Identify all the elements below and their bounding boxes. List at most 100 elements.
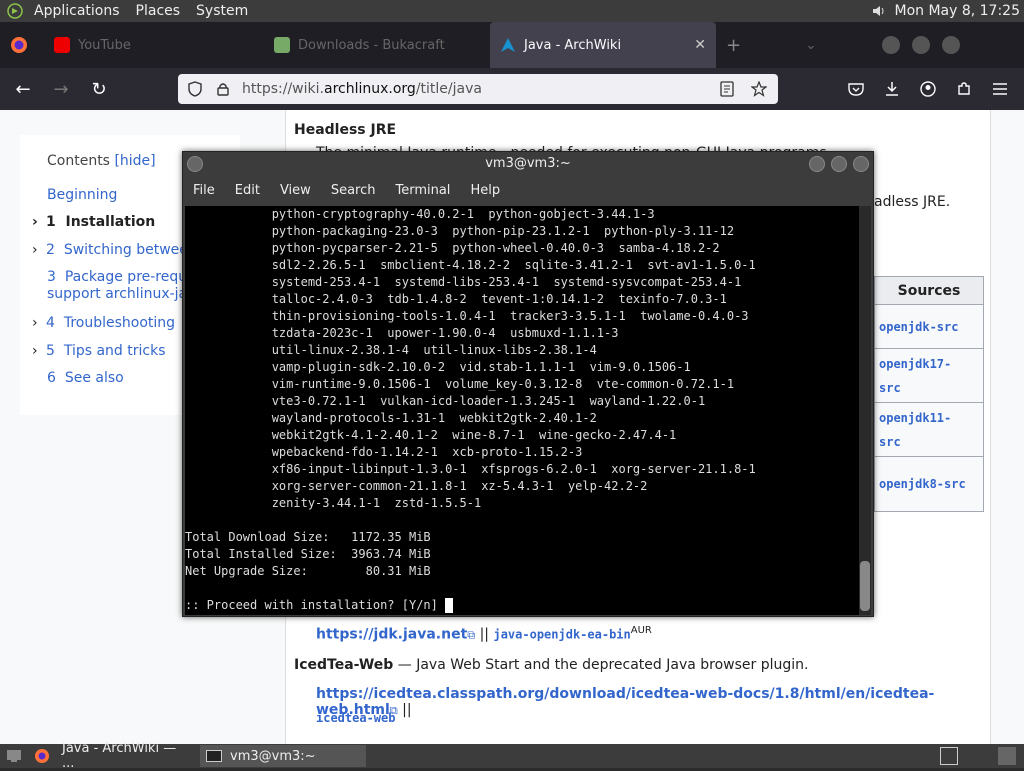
menu-places[interactable]: Places [128,0,189,22]
tab-downloads[interactable]: Downloads - Bukacraft [264,22,490,68]
terminal-line: webkit2gtk-4.1-2.40.1-2 wine-8.7-1 wine-… [185,428,677,442]
menu-search[interactable]: Search [321,183,386,198]
url-text[interactable]: https://wiki.archlinux.org/title/java [242,81,710,97]
toc-item-troubleshooting[interactable]: › 4 Troubleshooting [32,315,175,331]
menu-view[interactable]: View [270,183,321,198]
menu-applications[interactable]: Applications [26,0,128,22]
pocket-icon[interactable] [838,74,874,104]
toc-item-prereqs-cont[interactable]: support archlinux-java [47,286,204,302]
task-firefox[interactable]: Java - ArchWiki — ... [56,741,196,771]
firefox-menu-icon[interactable] [0,22,44,68]
terminal-titlebar[interactable]: vm3@vm3:~ [183,152,873,176]
reload-icon[interactable]: ↻ [84,74,114,104]
browser-navbar: ← → ↻ https://wiki.archlinux.org/title/j… [0,68,1024,110]
paragraph: IcedTea-Web — Java Web Start and the dep… [294,657,809,673]
terminal-line: Total Installed Size: 3963.74 MiB [185,547,431,561]
close-window-icon[interactable] [942,36,960,54]
chevron-right-icon[interactable]: › [32,315,46,331]
menu-file[interactable]: File [183,183,225,198]
url-bar[interactable]: https://wiki.archlinux.org/title/java [178,74,778,104]
clock[interactable]: Mon May 8, 17:25 [894,3,1024,19]
term-title: IcedTea-Web [294,657,394,673]
top-panel: Applications Places System Mon May 8, 17… [0,0,1024,22]
package-link[interactable]: java-openjdk-ea-bin [493,628,630,642]
aur-label: AUR [630,625,652,636]
terminal-window[interactable]: vm3@vm3:~ File Edit View Search Terminal… [182,151,874,617]
bookmark-star-icon[interactable] [748,78,770,100]
terminal-line: util-linux-2.38.1-4 util-linux-libs-2.38… [185,343,597,357]
menu-system[interactable]: System [188,0,256,22]
workspace-1[interactable] [940,747,958,765]
source-link[interactable]: openjdk11- src [875,403,983,457]
terminal-screen[interactable]: python-cryptography-40.0.2-1 python-gobj… [185,206,861,615]
maximize-icon[interactable] [912,36,930,54]
package-link[interactable]: icedtea-web [316,711,395,725]
tab-list-icon[interactable]: ⌄ [746,22,876,68]
task-label: vm3@vm3:~ [230,748,316,764]
terminal-line: vim-runtime-9.0.1506-1 volume_key-0.3.12… [185,377,735,391]
back-icon[interactable]: ← [8,74,38,104]
firefox-icon[interactable] [32,747,52,765]
menu-logo-icon[interactable] [4,0,26,22]
toc-item-beginning[interactable]: Beginning [47,187,117,203]
terminal-icon [206,750,222,762]
tab-java-archwiki[interactable]: Java - ArchWiki ✕ [490,22,716,68]
terminal-line: wpebackend-fdo-1.14.2-1 xcb-proto-1.15.2… [185,445,583,459]
new-tab-button[interactable]: + [716,22,746,68]
minimize-icon[interactable] [809,156,825,172]
chevron-right-icon[interactable]: › [32,214,46,230]
account-icon[interactable] [910,74,946,104]
close-icon[interactable] [853,156,869,172]
window-menu-icon[interactable] [187,156,203,172]
show-desktop-icon[interactable] [4,747,24,765]
workspace-2[interactable] [998,747,1016,765]
minimize-icon[interactable] [882,36,900,54]
chevron-right-icon[interactable]: › [32,343,46,359]
sources-table: Sources openjdk-src openjdk17- src openj… [874,276,984,512]
link-row: https://icedtea.classpath.org/download/i… [316,686,935,718]
terminal-line: systemd-253.4-1 systemd-libs-253.4-1 sys… [185,275,742,289]
terminal-line: vamp-plugin-sdk-2.10.0-2 vid.stab-1.1.1-… [185,360,691,374]
terminal-line: zenity-3.44.1-1 zstd-1.5.5-1 [185,496,482,510]
toc-item-see-also[interactable]: 6 See also [47,370,124,386]
external-link[interactable]: https://jdk.java.net [316,627,467,643]
shield-icon[interactable] [184,78,206,100]
terminal-scrollbar[interactable] [859,206,871,615]
table-header: Sources [875,277,983,305]
toc-item-switching[interactable]: › 2 Switching between [32,242,197,258]
menu-help[interactable]: Help [460,183,510,198]
link-row: https://jdk.java.net⧉ || java-openjdk-ea… [316,625,652,643]
hamburger-menu-icon[interactable] [982,74,1018,104]
chevron-right-icon[interactable]: › [32,242,46,258]
close-tab-icon[interactable]: ✕ [694,37,706,53]
toc-item-prereqs[interactable]: 3 Package pre-requis [47,269,198,285]
terminal-line: Total Download Size: 1172.35 MiB [185,530,431,544]
toc-item-tips[interactable]: › 5 Tips and tricks [32,343,166,359]
scrollbar-thumb[interactable] [860,561,870,611]
menu-edit[interactable]: Edit [225,183,270,198]
terminal-line: python-packaging-23.0-3 python-pip-23.1.… [185,224,735,238]
downloads-icon[interactable] [874,74,910,104]
forward-icon[interactable]: → [46,74,76,104]
terminal-line: xf86-input-libinput-1.3.0-1 xfsprogs-6.2… [185,462,756,476]
toc-title: Contents [hide] [47,153,156,169]
tab-label: YouTube [78,37,131,53]
terminal-line: wayland-protocols-1.31-1 webkit2gtk-2.40… [185,411,597,425]
source-link[interactable]: openjdk8-src [875,457,983,511]
source-link[interactable]: openjdk17- src [875,349,983,403]
terminal-line: thin-provisioning-tools-1.0.4-1 tracker3… [185,309,749,323]
tab-youtube[interactable]: YouTube [44,22,264,68]
toc-hide-link[interactable]: [hide] [114,153,155,169]
toc-item-installation[interactable]: › 1 Installation [32,214,155,230]
paragraph-fragment: adless JRE. [874,194,951,210]
extensions-icon[interactable] [946,74,982,104]
maximize-icon[interactable] [831,156,847,172]
section-heading: Headless JRE [294,122,397,138]
volume-icon[interactable] [868,0,890,22]
menu-terminal[interactable]: Terminal [385,183,460,198]
lock-icon[interactable] [212,78,234,100]
source-link[interactable]: openjdk-src [875,305,983,349]
reader-view-icon[interactable] [716,78,738,100]
task-terminal[interactable]: vm3@vm3:~ [200,745,366,767]
terminal-line: Net Upgrade Size: 80.31 MiB [185,564,431,578]
